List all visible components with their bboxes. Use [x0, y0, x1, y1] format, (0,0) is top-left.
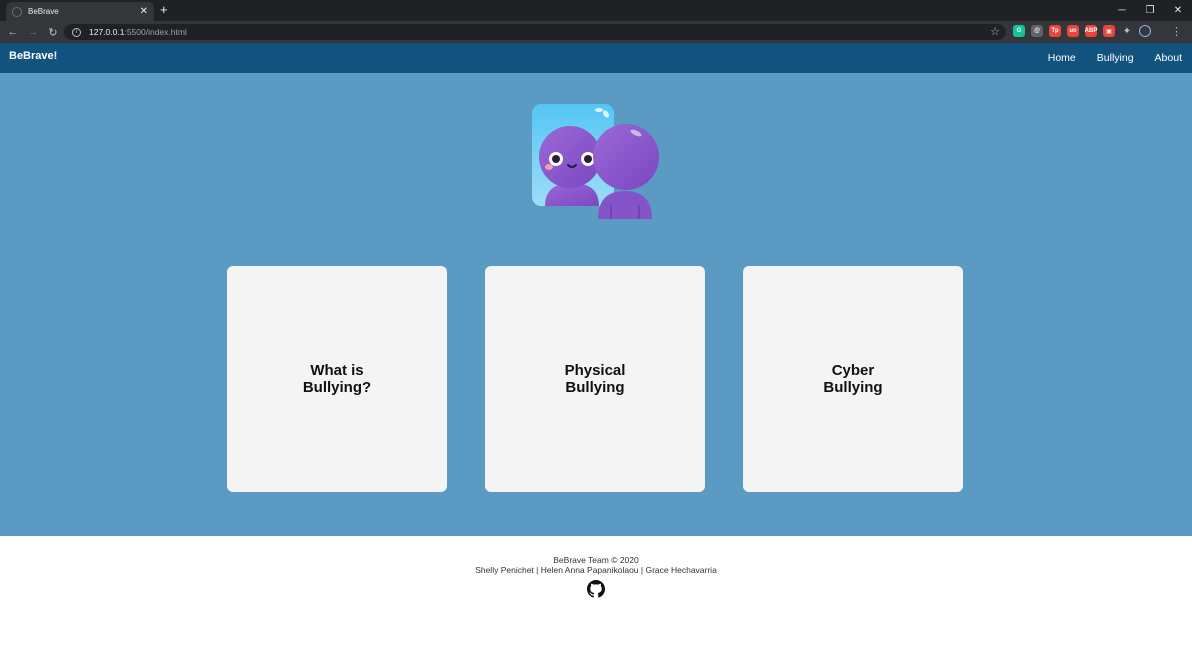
- info-icon[interactable]: i: [72, 27, 81, 37]
- card-title: Cyber Bullying: [823, 362, 883, 396]
- extension-icon[interactable]: Tp: [1049, 25, 1061, 37]
- footer-authors: Shelly Penichet | Helen Anna Papanikolao…: [475, 565, 717, 575]
- more-menu-icon[interactable]: ⋮: [1171, 25, 1182, 38]
- reload-icon[interactable]: ↻: [43, 26, 63, 39]
- card-title: What is Bullying?: [302, 362, 372, 396]
- url-host: 127.0.0.1: [89, 27, 125, 37]
- card-title: Physical Bullying: [564, 362, 626, 396]
- nav-link-home[interactable]: Home: [1048, 52, 1076, 64]
- forward-icon[interactable]: →: [23, 26, 43, 38]
- card-physical-bullying[interactable]: Physical Bullying: [485, 266, 705, 492]
- extensions-bar: G @ Tp uo ABP ▣ ✦: [1013, 25, 1151, 37]
- tab-title: BeBrave: [28, 7, 59, 16]
- extension-icon[interactable]: ▣: [1103, 25, 1115, 37]
- bookmark-star-icon[interactable]: ☆: [990, 25, 1000, 38]
- loading-icon: [12, 6, 22, 17]
- site-footer: BeBrave Team © 2020 Shelly Penichet | He…: [0, 536, 1192, 671]
- close-tab-icon[interactable]: ✕: [140, 6, 148, 17]
- browser-tabstrip: BeBrave ✕ + ─ ❐ ✕: [0, 0, 1192, 21]
- footer-team: BeBrave Team © 2020: [553, 555, 639, 565]
- address-bar[interactable]: i 127.0.0.1:5500/index.html ☆: [64, 24, 1006, 40]
- site-navbar: BeBrave! Home Bullying About: [0, 43, 1192, 73]
- minimize-icon[interactable]: ─: [1108, 0, 1136, 21]
- restore-icon[interactable]: ❐: [1136, 0, 1164, 21]
- browser-tab[interactable]: BeBrave ✕: [6, 2, 154, 21]
- close-window-icon[interactable]: ✕: [1164, 0, 1192, 21]
- mascot-illustration: [532, 104, 659, 219]
- nav-link-about[interactable]: About: [1155, 52, 1182, 64]
- extension-icon[interactable]: uo: [1067, 25, 1079, 37]
- new-tab-icon[interactable]: +: [160, 2, 168, 18]
- back-icon[interactable]: ←: [3, 26, 23, 38]
- profile-avatar-icon[interactable]: [1139, 25, 1151, 37]
- extensions-puzzle-icon[interactable]: ✦: [1121, 25, 1133, 37]
- grammarly-icon[interactable]: G: [1013, 25, 1025, 37]
- card-cyber-bullying[interactable]: Cyber Bullying: [743, 266, 963, 492]
- browser-toolbar: ← → ↻ i 127.0.0.1:5500/index.html ☆ G @ Tp…: [0, 21, 1192, 43]
- card-what-is-bullying[interactable]: What is Bullying?: [227, 266, 447, 492]
- site-brand[interactable]: BeBrave!: [9, 50, 57, 62]
- extension-icon[interactable]: @: [1031, 25, 1043, 37]
- github-icon[interactable]: [587, 580, 605, 598]
- hero-section: What is Bullying? Physical Bullying Cybe…: [0, 73, 1192, 536]
- adblock-icon[interactable]: ABP: [1085, 25, 1097, 37]
- window-controls: ─ ❐ ✕: [1108, 0, 1192, 21]
- url-path: :5500/index.html: [124, 27, 187, 37]
- nav-links: Home Bullying About: [1048, 43, 1182, 73]
- nav-link-bullying[interactable]: Bullying: [1097, 52, 1134, 64]
